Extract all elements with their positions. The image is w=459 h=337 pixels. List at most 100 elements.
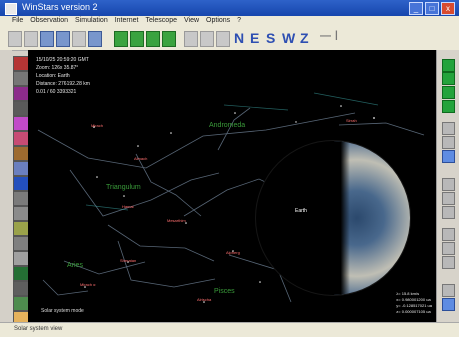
search-tool-2-icon[interactable]: [200, 31, 214, 47]
star-label-mirach-alpha: Mirach α: [80, 282, 96, 287]
pisces-label: Pisces: [214, 288, 235, 295]
aries-label: Aries: [67, 262, 83, 269]
star-label-mesarthim: Mesarthim: [167, 218, 186, 223]
search-tool-icon[interactable]: [184, 31, 198, 47]
menu-help[interactable]: ?: [237, 17, 241, 24]
window-title: WinStars version 2: [22, 2, 98, 12]
right-tool-4-icon[interactable]: [442, 178, 455, 191]
mode-note: Solar system mode: [41, 308, 84, 314]
app-window-icon: [5, 3, 17, 15]
box-tool-icon[interactable]: [13, 251, 29, 266]
open-tool-icon[interactable]: [8, 31, 22, 47]
sky-info-overlay: 15/10/25 20:59:20 GMT Zoom: 126x 35.87° …: [36, 56, 90, 96]
red-tool-icon[interactable]: [13, 56, 29, 71]
bar-tool-icon[interactable]: [13, 161, 29, 176]
zoom-text: Zoom: 126x 35.87°: [36, 65, 79, 71]
brown-tool-icon[interactable]: [13, 146, 29, 161]
right-tool-5-icon[interactable]: [442, 192, 455, 205]
menu-options[interactable]: Options: [206, 17, 230, 24]
star-label-sheratan: Sheratan: [120, 258, 137, 263]
earth-night-side: [256, 141, 410, 295]
green-right-4-icon[interactable]: [442, 100, 455, 113]
close-button[interactable]: x: [441, 2, 455, 15]
zoom-out-button[interactable]: —: [320, 30, 331, 42]
globe-tool-icon[interactable]: [56, 31, 70, 47]
menu-view[interactable]: View: [184, 17, 199, 24]
square-tool-icon[interactable]: [13, 206, 29, 221]
sky-green-2-icon[interactable]: [130, 31, 144, 47]
dark-tool-icon[interactable]: [13, 281, 29, 296]
star-tool-icon[interactable]: [13, 131, 29, 146]
south-direction-button[interactable]: S: [266, 30, 275, 46]
datetime-text: 15/10/25 20:59:20 GMT: [36, 57, 89, 63]
star-label-sirrah: Sirrah: [346, 118, 357, 123]
location-text: Location: Earth: [36, 73, 70, 79]
green-right-3-icon[interactable]: [442, 86, 455, 99]
menu-internet[interactable]: Internet: [115, 17, 139, 24]
sky-green-4-icon[interactable]: [162, 31, 176, 47]
sky-view[interactable]: 15/10/25 20:59:20 GMT Zoom: 126x 35.87° …: [28, 50, 437, 322]
search-tool-3-icon[interactable]: [216, 31, 230, 47]
maximize-button[interactable]: □: [425, 2, 439, 15]
menu-simulation[interactable]: Simulation: [75, 17, 108, 24]
right-tool-8-icon[interactable]: [442, 242, 455, 255]
north-direction-button[interactable]: N: [234, 30, 244, 46]
star-label-alrischa: Alrischa: [197, 297, 212, 302]
star-label-mirach: Mirach: [91, 123, 104, 128]
nebula-tool-icon[interactable]: [13, 116, 29, 131]
settings-tool-icon[interactable]: [88, 31, 102, 47]
green-right-icon[interactable]: [442, 59, 455, 72]
star-label-hamal: Hamal: [122, 204, 134, 209]
status-text: Solar system view: [14, 326, 63, 332]
menu-file[interactable]: File: [12, 17, 23, 24]
title-bar: WinStars version 2 _ □ x: [0, 0, 459, 16]
menu-observation[interactable]: Observation: [30, 17, 68, 24]
right-tool-11-icon[interactable]: [442, 298, 455, 311]
left-toolbar: [13, 56, 29, 326]
coordinate-z: z= 0.000007105 ua: [396, 309, 431, 314]
winstars-window: WinStars version 2 _ □ x File Observatio…: [0, 0, 459, 337]
triangulum-label: Triangulum: [106, 184, 141, 191]
distance-text: Distance: 276192.28 km: [36, 81, 90, 87]
menu-telescope[interactable]: Telescope: [145, 17, 177, 24]
zoom-reset-button[interactable]: |: [335, 30, 338, 41]
green-small-tool-icon[interactable]: [13, 296, 29, 311]
zenith-direction-button[interactable]: Z: [300, 30, 309, 46]
minimize-button[interactable]: _: [409, 2, 423, 15]
magenta-tool-icon[interactable]: [13, 86, 29, 101]
right-tool-2-icon[interactable]: [442, 136, 455, 149]
earth-globe[interactable]: Earth: [255, 140, 411, 296]
window-controls: _ □ x: [409, 2, 455, 15]
right-panel: [436, 50, 459, 336]
planet-tool-icon[interactable]: [40, 31, 54, 47]
west-direction-button[interactable]: W: [282, 30, 295, 46]
right-tool-7-icon[interactable]: [442, 228, 455, 241]
save-tool-icon[interactable]: [24, 31, 38, 47]
main-toolbar: N E S W Z — |: [0, 28, 459, 51]
green-tool-icon[interactable]: [13, 266, 29, 281]
grid-tool-icon[interactable]: [13, 71, 29, 86]
east-direction-button[interactable]: E: [250, 30, 259, 46]
green-right-2-icon[interactable]: [442, 72, 455, 85]
status-bar: Solar system view: [0, 322, 459, 337]
rect-tool-icon[interactable]: [13, 236, 29, 251]
right-tool-3-icon[interactable]: [442, 150, 455, 163]
time-tool-icon[interactable]: [72, 31, 86, 47]
earth-label: Earth: [295, 208, 307, 214]
gray-tool-icon[interactable]: [13, 191, 29, 206]
photo-tool-icon[interactable]: [13, 101, 29, 116]
right-tool-10-icon[interactable]: [442, 284, 455, 297]
menu-items: File Observation Simulation Internet Tel…: [12, 17, 241, 24]
right-tool-1-icon[interactable]: [442, 122, 455, 135]
field-tool-icon[interactable]: [13, 221, 29, 236]
sky-green-3-icon[interactable]: [146, 31, 160, 47]
blue-tool-icon[interactable]: [13, 176, 29, 191]
andromeda-label: Andromeda: [209, 122, 246, 129]
sky-green-1-icon[interactable]: [114, 31, 128, 47]
star-label-alpherg: Alpherg: [226, 250, 240, 255]
right-tool-6-icon[interactable]: [442, 206, 455, 219]
right-tool-9-icon[interactable]: [442, 256, 455, 269]
left-panel: [0, 50, 12, 336]
coordinate-readout: λ= 15.8 km/s x= 0.980001200 ua y= -0.128…: [396, 291, 432, 315]
elevation-text: 0.01 / 60 3393321: [36, 89, 77, 95]
